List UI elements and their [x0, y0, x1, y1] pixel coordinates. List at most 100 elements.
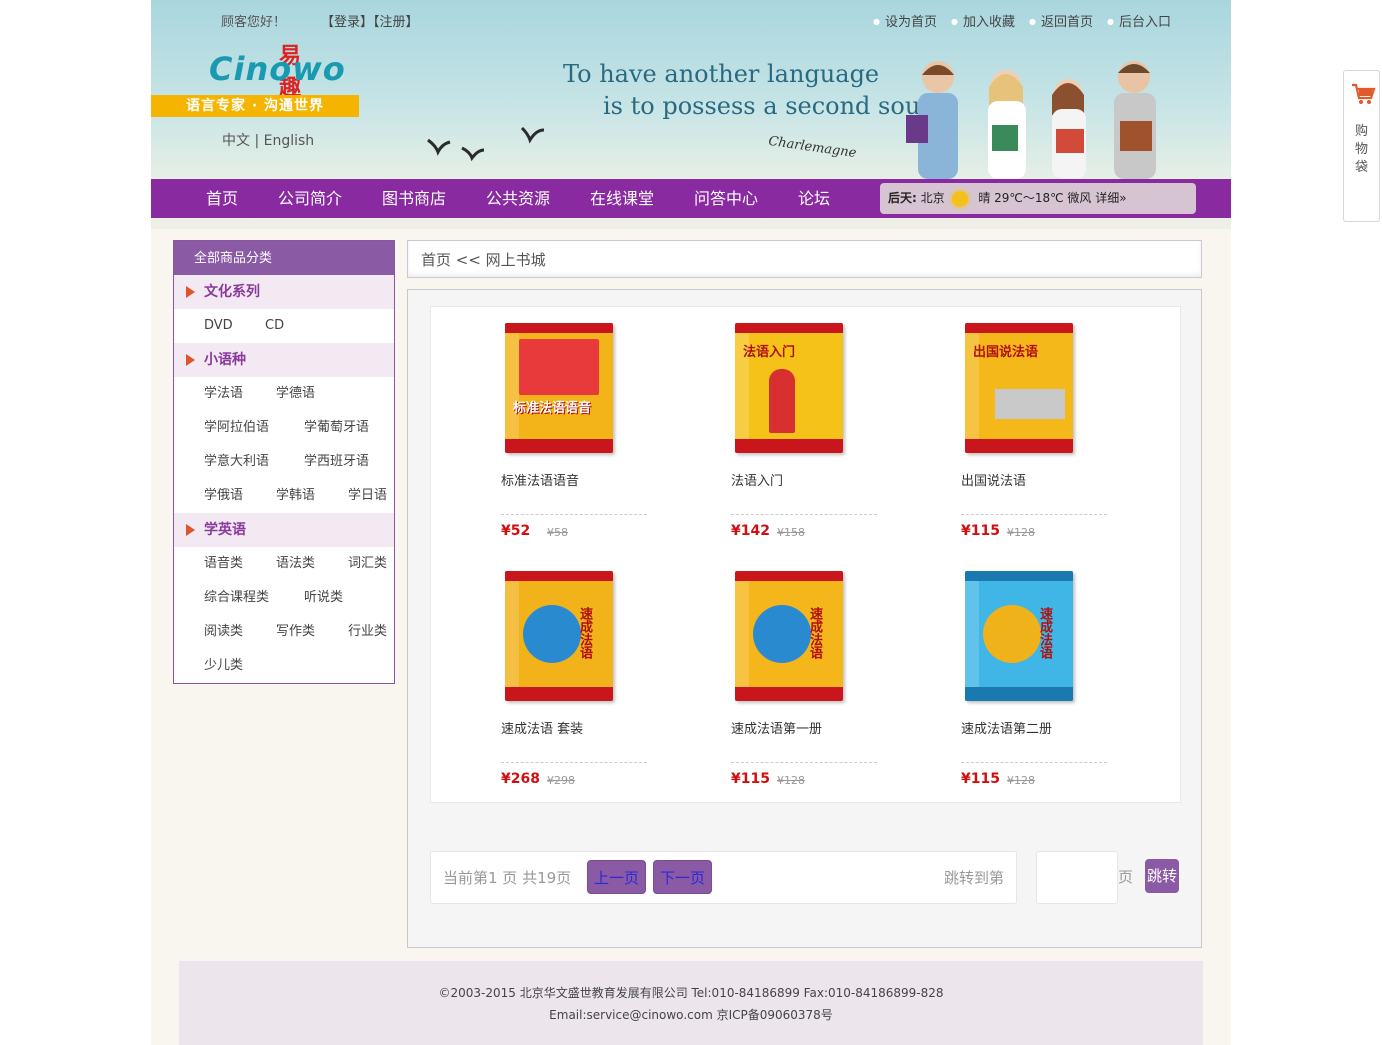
nav-item-bookstore[interactable]: 图书商店	[382, 179, 446, 218]
product-card[interactable]: 法语入门 法语入门 ¥142 ¥158	[731, 323, 881, 553]
nav-item-online-class[interactable]: 在线课堂	[590, 179, 654, 218]
sidebar-item-korean[interactable]: 学韩语	[276, 479, 315, 513]
breadcrumb[interactable]: 首页 << 网上书城	[407, 240, 1202, 278]
sidebar-item-grammar[interactable]: 语法类	[276, 547, 315, 581]
footer-copyright: ©2003-2015 北京华文盛世教育发展有限公司 Tel:010-841868…	[438, 986, 944, 1000]
register-link[interactable]: 【注册】	[373, 15, 419, 30]
back-home-link[interactable]: 返回首页	[1029, 11, 1093, 30]
product-original-price: ¥298	[547, 774, 575, 787]
slogan-bar: 语言专家 · 沟通世界	[151, 95, 359, 117]
sidebar-item-children[interactable]: 少儿类	[204, 649, 243, 683]
jump-to-label: 跳转到第	[943, 869, 1004, 887]
nav-item-resources[interactable]: 公共资源	[486, 179, 550, 218]
category-sidebar: 全部商品分类 文化系列 DVD CD 小语种 学法语 学德语 学阿拉伯语 学葡萄…	[173, 240, 395, 684]
product-content: 标准法语语音 标准法语语音 ¥52 ¥58 法语入门 法语入门 ¥142 ¥15…	[407, 289, 1202, 948]
product-card[interactable]: 标准法语语音 标准法语语音 ¥52 ¥58	[501, 323, 651, 553]
sidebar-category-english[interactable]: 学英语	[174, 513, 394, 547]
product-cover-image[interactable]: 标准法语语音	[505, 323, 613, 453]
product-name[interactable]: 速成法语第一册	[731, 718, 822, 737]
product-name[interactable]: 标准法语语音	[501, 470, 579, 489]
add-favorite-link[interactable]: 加入收藏	[951, 11, 1015, 30]
weather-widget[interactable]: 后天: 北京 晴 29℃～18℃ 微风 详细»	[880, 183, 1196, 214]
sidebar-item-listening-speaking[interactable]: 听说类	[304, 581, 343, 615]
product-card[interactable]: 速成法语 速成法语第一册 ¥115 ¥128	[731, 571, 881, 801]
sidebar-category-culture[interactable]: 文化系列	[174, 275, 394, 309]
language-switch[interactable]: 中文 | English	[222, 130, 314, 150]
sidebar-category-minor-languages[interactable]: 小语种	[174, 343, 394, 377]
product-card[interactable]: 速成法语 速成法语第二册 ¥115 ¥128	[961, 571, 1111, 801]
sidebar-item-russian[interactable]: 学俄语	[204, 479, 243, 513]
login-links: 【登录】【注册】	[321, 11, 419, 30]
page-info: 当前第1 页 共19页	[443, 869, 572, 887]
logo-en-text: Cinowo	[209, 50, 346, 88]
product-cover-image[interactable]: 法语入门	[735, 323, 843, 453]
product-name[interactable]: 速成法语 套装	[501, 718, 583, 737]
sidebar-row: 阅读类 写作类 行业类	[174, 615, 394, 649]
students-illustration	[906, 61, 1156, 179]
sidebar-item-vocabulary[interactable]: 词汇类	[348, 547, 387, 581]
product-name[interactable]: 速成法语第二册	[961, 718, 1052, 737]
banner-signature: Charlemagne	[767, 133, 858, 162]
nav-item-qa[interactable]: 问答中心	[694, 179, 758, 218]
product-original-price: ¥128	[1007, 774, 1035, 787]
product-price: ¥52	[501, 523, 531, 539]
shopping-bag-widget[interactable]: 购物袋	[1343, 70, 1380, 222]
banner-quote-line1: To have another language	[563, 60, 880, 88]
next-page-button[interactable]: 下一页	[653, 860, 713, 894]
sidebar-row: 综合课程类 听说类	[174, 581, 394, 615]
sidebar-item-industry[interactable]: 行业类	[348, 615, 387, 649]
cover-title: 速成法语	[1037, 607, 1052, 659]
weather-details: 晴 29℃～18℃ 微风 详细»	[978, 191, 1127, 205]
sidebar-item-spanish[interactable]: 学西班牙语	[304, 445, 369, 479]
page-number-input[interactable]	[1036, 851, 1118, 904]
nav-item-home[interactable]: 首页	[206, 179, 238, 218]
sidebar-item-french[interactable]: 学法语	[204, 377, 243, 411]
product-cover-image[interactable]: 出国说法语	[965, 323, 1073, 453]
sidebar-item-portuguese[interactable]: 学葡萄牙语	[304, 411, 369, 445]
main-nav: 首页 公司简介 图书商店 公共资源 在线课堂 问答中心 论坛 后天: 北京 晴 …	[151, 179, 1231, 218]
sidebar-item-comprehensive[interactable]: 综合课程类	[204, 581, 269, 615]
prev-page-button[interactable]: 上一页	[587, 860, 647, 894]
sidebar-title: 全部商品分类	[174, 241, 394, 275]
sidebar-item-italian[interactable]: 学意大利语	[204, 445, 269, 479]
cover-title: 出国说法语	[973, 345, 1039, 360]
product-original-price: ¥128	[1007, 526, 1035, 539]
product-price: ¥115	[961, 523, 1000, 539]
footer: ©2003-2015 北京华文盛世教育发展有限公司 Tel:010-841868…	[179, 961, 1203, 1045]
page: 顾客您好！ 【登录】【注册】 设为首页 加入收藏 返回首页 后台入口 易趣 Ci…	[151, 0, 1231, 1045]
pagination: 当前第1 页 共19页 上一页 下一页 跳转到第	[430, 851, 1017, 904]
sidebar-item-japanese[interactable]: 学日语	[348, 479, 387, 513]
product-name[interactable]: 法语入门	[731, 470, 783, 489]
set-homepage-link[interactable]: 设为首页	[873, 11, 937, 30]
sidebar-item-reading[interactable]: 阅读类	[204, 615, 243, 649]
product-card[interactable]: 出国说法语 出国说法语 ¥115 ¥128	[961, 323, 1111, 553]
sidebar-item-phonetics[interactable]: 语音类	[204, 547, 243, 581]
nav-item-forum[interactable]: 论坛	[798, 179, 830, 218]
jump-button[interactable]: 跳转	[1145, 859, 1179, 893]
sidebar-item-arabic[interactable]: 学阿拉伯语	[204, 411, 269, 445]
sun-icon	[952, 190, 969, 207]
cover-title: 速成法语	[577, 607, 592, 659]
shopping-bag-label: 购物袋	[1344, 123, 1379, 177]
product-price: ¥268	[501, 771, 540, 787]
sidebar-item-cd[interactable]: CD	[265, 309, 284, 343]
top-links: 设为首页 加入收藏 返回首页 后台入口	[873, 11, 1171, 30]
admin-entry-link[interactable]: 后台入口	[1107, 11, 1171, 30]
sidebar-row: DVD CD	[174, 309, 394, 343]
product-original-price: ¥58	[547, 526, 568, 539]
cover-title: 速成法语	[807, 607, 822, 659]
sidebar-item-writing[interactable]: 写作类	[276, 615, 315, 649]
product-name[interactable]: 出国说法语	[961, 470, 1026, 489]
sidebar-row: 语音类 语法类 词汇类	[174, 547, 394, 581]
product-cover-image[interactable]: 速成法语	[505, 571, 613, 701]
birds-illustration	[427, 126, 545, 162]
footer-contact: Email:service@cinowo.com 京ICP备09060378号	[549, 1008, 833, 1022]
product-cover-image[interactable]: 速成法语	[965, 571, 1073, 701]
product-card[interactable]: 速成法语 速成法语 套装 ¥268 ¥298	[501, 571, 651, 801]
weather-city: 北京	[920, 191, 945, 205]
nav-item-about[interactable]: 公司简介	[278, 179, 342, 218]
sidebar-item-dvd[interactable]: DVD	[204, 309, 233, 343]
product-cover-image[interactable]: 速成法语	[735, 571, 843, 701]
login-link[interactable]: 【登录】	[321, 15, 373, 30]
sidebar-item-german[interactable]: 学德语	[276, 377, 315, 411]
